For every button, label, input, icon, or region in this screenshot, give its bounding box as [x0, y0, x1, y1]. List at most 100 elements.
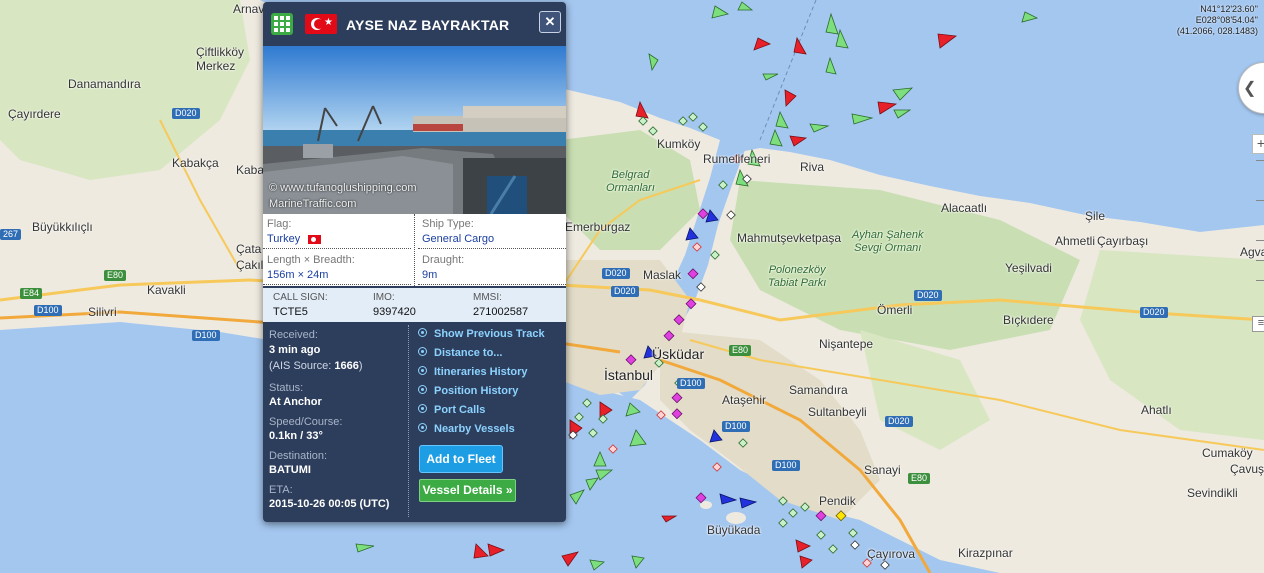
dimensions-label: Length × Breadth: — [267, 254, 355, 266]
show-previous-track-link[interactable]: Show Previous Track — [418, 328, 545, 340]
place-label: Çavuşlu — [1230, 462, 1264, 476]
place-label: Ahatlı — [1141, 403, 1172, 417]
place-label: Mahmutşevketpaşa — [737, 231, 842, 245]
vessel-facts: Flag: Turkey Ship Type: General Cargo Le… — [263, 214, 566, 286]
flag-value: Turkey — [267, 233, 301, 245]
photo-credit: © www.tufanoglushipping.com — [269, 182, 417, 194]
road-shield: D100 — [722, 421, 750, 432]
pan-left-icon[interactable]: ❮ — [1243, 78, 1256, 98]
vessel-info-popup: ★ AYSE NAZ BAYRAKTAR ✕ © www.tufanoglush… — [263, 2, 566, 522]
link-label: Nearby Vessels — [434, 423, 515, 435]
speed-value: 0.1kn / 33° — [269, 430, 323, 442]
photo-brand: MarineTraffic.com — [269, 198, 357, 210]
ais-source-value: 1666 — [334, 360, 359, 372]
vessel-identifiers: CALL SIGN: TCTE5 IMO: 9397420 MMSI: 2710… — [263, 287, 566, 322]
place-label: Sevindikli — [1187, 486, 1238, 500]
place-label: Maslak — [643, 268, 682, 282]
place-label: Riva — [800, 160, 825, 174]
road-shield: D020 — [172, 108, 200, 119]
place-label: Nişantepe — [819, 337, 874, 351]
road-shield: E80 — [908, 473, 931, 484]
destination-value: BATUMI — [269, 464, 311, 476]
park-label: Polonezköy Tabiat Parkı — [768, 264, 827, 289]
vessel-photo[interactable]: © www.tufanoglushipping.com MarineTraffi… — [263, 46, 566, 214]
nearby-vessels-link[interactable]: Nearby Vessels — [418, 423, 515, 435]
place-label: Ahmetli — [1055, 234, 1096, 248]
imo-label: IMO: — [373, 292, 395, 303]
imo-value: 9397420 — [373, 306, 416, 318]
eta-label: ETA: — [269, 484, 293, 496]
road-shield: D100 — [192, 330, 220, 341]
menu-grid-icon[interactable] — [271, 13, 293, 35]
draught-value: 9m — [422, 269, 438, 281]
place-label: Sanayi — [864, 463, 901, 477]
road-shield: D020 — [885, 416, 913, 427]
ship-type-label: Ship Type: — [422, 218, 474, 230]
place-label: Ataşehir — [722, 393, 767, 407]
close-button[interactable]: ✕ — [539, 11, 561, 33]
place-label: Samandıra — [789, 383, 848, 397]
park-label: Ayhan Şahenk Sevgi Ormanı — [852, 229, 924, 254]
mmsi-label: MMSI: — [473, 292, 502, 303]
place-label: Çayırdere — [8, 107, 61, 121]
vessel-details-button[interactable]: Vessel Details » — [419, 479, 516, 502]
coord-lat: N41°12'23.60'' — [1200, 4, 1258, 14]
received-label: Received: — [269, 329, 318, 341]
place-label: Kumköy — [657, 137, 701, 151]
place-label: Kavakli — [147, 283, 186, 297]
road-shield: D020 — [914, 290, 942, 301]
place-label: Bıçkıdere — [1003, 313, 1054, 327]
ais-source-prefix: (AIS Source: — [269, 360, 335, 372]
place-label: Cumaköy — [1202, 446, 1253, 460]
call-sign-value: TCTE5 — [273, 306, 308, 318]
itineraries-history-link[interactable]: Itineraries History — [418, 366, 528, 378]
place-label: Pendik — [819, 494, 856, 508]
vessel-name: AYSE NAZ BAYRAKTAR — [346, 17, 510, 33]
place-label: Agva — [1240, 245, 1264, 259]
position-history-link[interactable]: Position History — [418, 385, 518, 397]
zoom-tick — [1256, 160, 1264, 161]
draught-cell: Draught: 9m — [418, 250, 566, 285]
vessel-map[interactable]: Çiftlikköy Merkez Danamandıra Çayırdere Kaba… — [0, 0, 1264, 573]
place-label: Ömerli — [877, 303, 913, 317]
coord-lon: E028°08'54.04'' — [1195, 15, 1258, 25]
zoom-in-button[interactable]: + — [1252, 134, 1264, 154]
place-label: Çata — [236, 242, 262, 256]
place-label: Büyükkılıçlı — [32, 220, 93, 234]
road-shield: E84 — [20, 288, 43, 299]
link-label: Position History — [434, 385, 519, 397]
ais-source-suffix: ) — [358, 360, 363, 372]
place-label: Çakıl — [236, 258, 264, 272]
ship-type-cell: Ship Type: General Cargo — [418, 214, 566, 249]
bullet-icon — [418, 385, 427, 394]
road-shield: D100 — [677, 378, 705, 389]
link-label: Distance to... — [434, 347, 503, 359]
distance-to-link[interactable]: Distance to... — [418, 347, 502, 359]
road-shield: D020 — [1140, 307, 1168, 318]
eta-value: 2015-10-26 00:05 (UTC) — [269, 498, 390, 510]
place-label: Arnav — [233, 2, 265, 16]
flag-cell: Flag: Turkey — [263, 214, 411, 249]
place-label: Kaba — [236, 163, 265, 177]
zoom-tick — [1256, 200, 1264, 201]
bullet-icon — [418, 328, 427, 337]
dimensions-cell: Length × Breadth: 156m × 24m — [263, 250, 411, 285]
status-divider — [408, 325, 409, 517]
status-label: Status: — [269, 382, 304, 394]
place-label: Yeşilvadi — [1005, 261, 1052, 275]
place-label: Rumelifeneri — [703, 152, 771, 166]
add-to-fleet-button[interactable]: Add to Fleet — [419, 445, 503, 473]
place-label: Çayırova — [867, 547, 916, 561]
received-value: 3 min ago — [269, 344, 321, 356]
port-calls-link[interactable]: Port Calls — [418, 404, 485, 416]
place-label: Alacaatlı — [941, 201, 988, 215]
bullet-icon — [418, 423, 427, 432]
zoom-slider-handle[interactable]: ≡ — [1252, 316, 1264, 332]
flag-label: Flag: — [267, 218, 292, 230]
place-label: Kabakça — [172, 156, 219, 170]
place-label: Büyükada — [707, 523, 761, 537]
road-shield: E80 — [104, 270, 127, 281]
road-shield: D100 — [772, 460, 800, 471]
city-label: İstanbul — [604, 367, 654, 383]
place-label: Danamandıra — [68, 77, 141, 91]
